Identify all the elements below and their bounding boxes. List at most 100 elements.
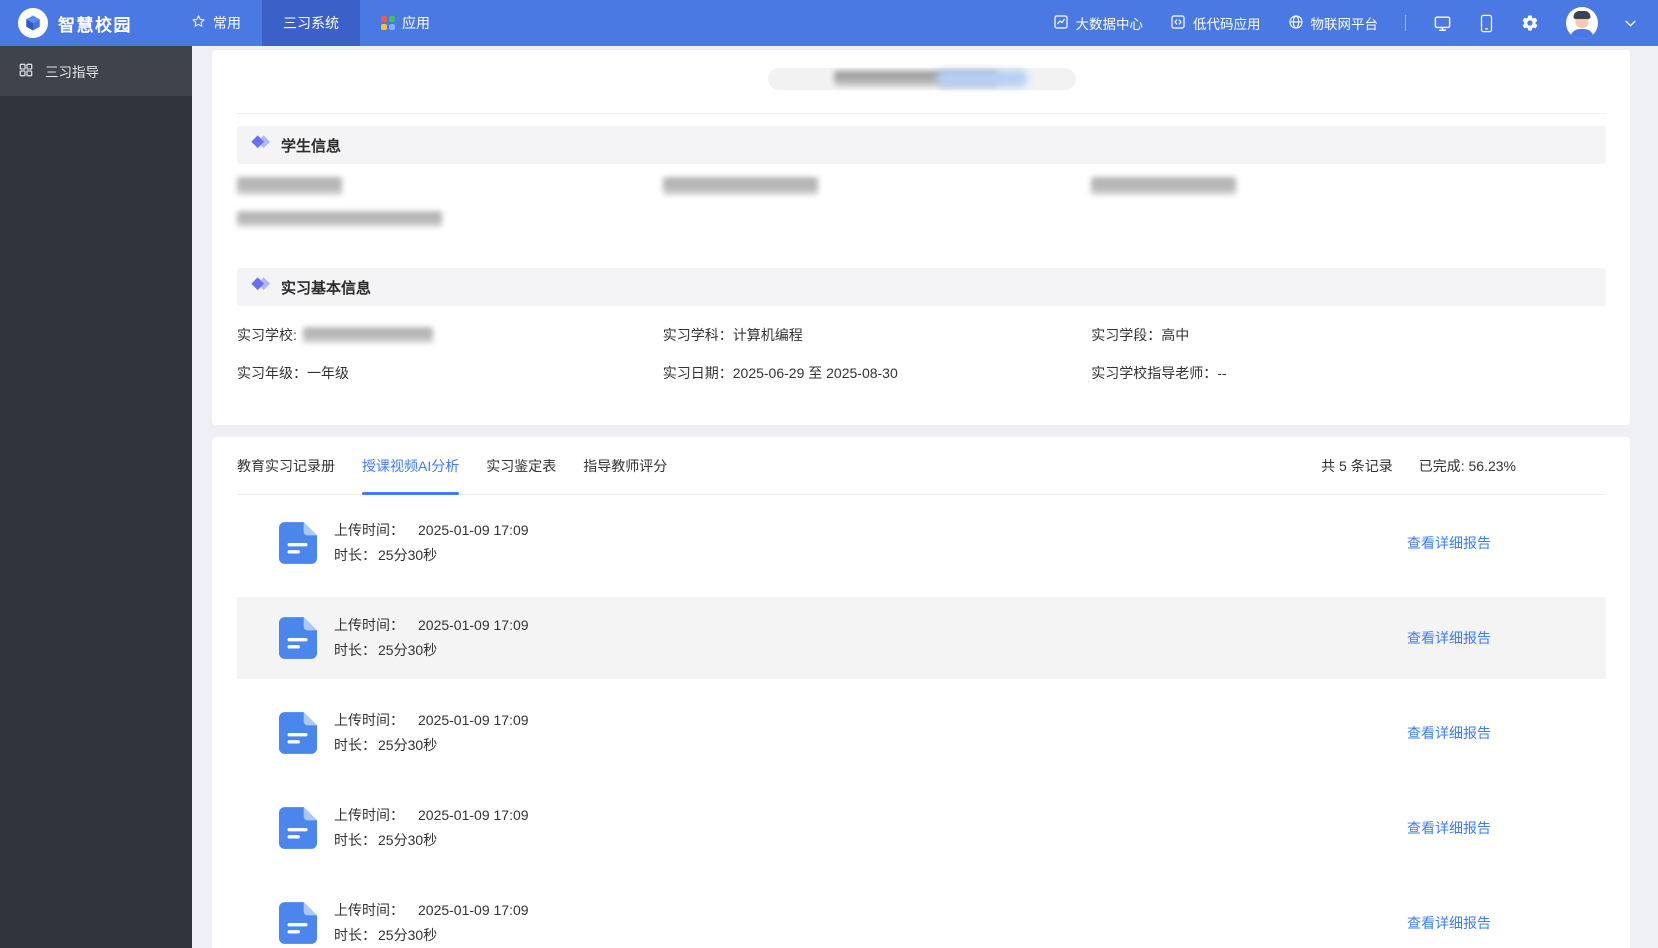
view-report-link[interactable]: 查看详细报告 xyxy=(1407,818,1491,838)
record-row: 上传时间： 2025-01-09 17:09 时长： 25分30秒 查看详细报告 xyxy=(237,590,1606,685)
nav-item-low-code[interactable]: 低代码应用 xyxy=(1170,13,1261,33)
tab-label: 授课视频AI分析 xyxy=(362,457,460,474)
redacted-page-title xyxy=(767,68,1076,90)
brand-name: 智慧校园 xyxy=(58,15,132,35)
field-label: 实习学校: xyxy=(237,327,297,343)
document-icon xyxy=(279,806,317,849)
apps-grid-icon xyxy=(381,16,395,30)
grid-icon xyxy=(18,62,34,81)
record-row: 上传时间： 2025-01-09 17:09 时长： 25分30秒 查看详细报告 xyxy=(237,495,1606,590)
diamond-icon xyxy=(250,134,272,157)
duration-value: 25分30秒 xyxy=(378,546,438,563)
record-meta: 上传时间： 2025-01-09 17:09 时长： 25分30秒 xyxy=(334,708,529,758)
completed-percentage-text: 已完成: 56.23% xyxy=(1418,457,1516,474)
record-stats: 共 5 条记录 已完成: 56.23% xyxy=(1321,456,1606,476)
upload-time-value: 2025-01-09 17:09 xyxy=(418,616,529,633)
monitor-icon[interactable] xyxy=(1433,14,1452,33)
upload-time-value: 2025-01-09 17:09 xyxy=(418,806,529,823)
upload-time-label: 上传时间： xyxy=(334,521,404,538)
field-label: 实习学校指导老师： xyxy=(1091,365,1218,381)
field-value: 2025-06-29 至 2025-08-30 xyxy=(732,365,898,381)
app-logo-icon xyxy=(18,8,48,38)
info-field: 实习学段： 高中 xyxy=(1091,325,1606,345)
info-field: 实习学校指导老师： -- xyxy=(1091,363,1606,383)
sidebar: 三习指导 xyxy=(0,46,192,948)
duration-label: 时长： xyxy=(334,641,376,658)
records-card: 教育实习记录册 授课视频AI分析 实习鉴定表 指导教师评分 共 5 条记录 已完… xyxy=(212,437,1630,948)
upload-time-label: 上传时间： xyxy=(334,616,404,633)
redacted-value xyxy=(302,328,433,342)
user-avatar[interactable] xyxy=(1566,7,1598,39)
field-label: 实习学科： xyxy=(662,327,733,343)
record-list: 上传时间：2025-01-09 17:09 时长：25分30秒 查看详细报告 xyxy=(237,495,1606,948)
field-value: 计算机编程 xyxy=(732,327,803,343)
topbar-nav: 常用 三习系统 应用 xyxy=(170,0,451,46)
view-report-link[interactable]: 查看详细报告 xyxy=(1407,628,1491,648)
section-header-student-info: 学生信息 xyxy=(237,126,1606,164)
tabs-bar: 教育实习记录册 授课视频AI分析 实习鉴定表 指导教师评分 共 5 条记录 已完… xyxy=(237,437,1606,495)
settings-gear-icon[interactable] xyxy=(1521,14,1539,32)
nav-item-iot-platform[interactable]: 物联网平台 xyxy=(1288,13,1378,33)
section-title: 实习基本信息 xyxy=(281,279,372,297)
nav-item-sanxi-system[interactable]: 三习系统 xyxy=(262,0,360,46)
tab-label: 教育实习记录册 xyxy=(237,457,335,474)
main-content: 指导任务列表 / 计算机学院实习任务 / 王新亭 / xyxy=(192,0,1658,948)
tab[interactable]: 实习鉴定表 xyxy=(486,437,556,494)
tab-label: 指导教师评分 xyxy=(583,457,668,474)
sidebar-item-label: 三习指导 xyxy=(45,65,99,80)
record-meta: 上传时间： 2025-01-09 17:09 时长： 25分30秒 xyxy=(334,613,529,663)
upload-time-value: 2025-01-09 17:09 xyxy=(418,711,529,728)
tab[interactable]: 授课视频AI分析 xyxy=(362,437,460,495)
document-icon xyxy=(279,711,317,754)
duration-value: 25分30秒 xyxy=(378,926,438,943)
topbar: 智慧校园 常用 三习系统 应用 大数据中心 低代码应用 物联网平台 xyxy=(0,0,1658,46)
tab[interactable]: 教育实习记录册 xyxy=(237,437,335,494)
view-report-link[interactable]: 查看详细报告 xyxy=(1407,723,1491,743)
duration-label: 时长： xyxy=(334,546,376,563)
section-header-practice-info: 实习基本信息 xyxy=(237,268,1606,306)
divider-line xyxy=(237,113,1606,114)
tabs: 教育实习记录册 授课视频AI分析 实习鉴定表 指导教师评分 xyxy=(237,437,694,495)
student-info-row xyxy=(237,178,1606,194)
duration-value: 25分30秒 xyxy=(378,831,438,848)
practice-info-fields: 实习学校: 实习学科： 计算机编程 实习学段： 高中 实习年级： 一年级 实习日… xyxy=(237,325,1606,383)
chart-icon xyxy=(1053,14,1069,33)
record-meta: 上传时间： 2025-01-09 17:09 时长： 25分30秒 xyxy=(334,518,529,568)
redacted-field xyxy=(237,178,342,194)
info-field: 实习学校: xyxy=(237,325,663,345)
duration-label: 时长： xyxy=(334,926,376,943)
chevron-down-icon[interactable] xyxy=(1625,20,1636,27)
document-icon xyxy=(279,521,317,564)
redacted-field xyxy=(662,178,818,194)
mobile-icon[interactable] xyxy=(1479,14,1494,33)
section-title: 学生信息 xyxy=(281,137,342,155)
record-row: 上传时间： 2025-01-09 17:09 时长： 25分30秒 查看详细报告 xyxy=(237,780,1606,875)
redacted-field xyxy=(237,212,442,226)
brand: 智慧校园 xyxy=(0,8,154,38)
view-report-link[interactable]: 查看详细报告 xyxy=(1407,533,1491,553)
sidebar-item-sanxi-guidance[interactable]: 三习指导 xyxy=(0,46,192,96)
view-report-link[interactable]: 查看详细报告 xyxy=(1407,913,1491,933)
info-field: 实习年级： 一年级 xyxy=(237,363,663,383)
tab[interactable]: 指导教师评分 xyxy=(583,437,667,494)
nav-item-apps[interactable]: 应用 xyxy=(360,0,451,46)
duration-value: 25分30秒 xyxy=(378,736,438,753)
record-row: 上传时间： 2025-01-09 17:09 时长： 25分30秒 查看详细报告 xyxy=(237,875,1606,948)
diamond-icon xyxy=(250,276,272,299)
info-field: 实习学科： 计算机编程 xyxy=(663,325,1091,345)
total-records-text: 共 5 条记录 xyxy=(1321,457,1393,474)
record-meta: 上传时间： 2025-01-09 17:09 时长： 25分30秒 xyxy=(334,803,529,853)
record-meta: 上传时间： 2025-01-09 17:09 时长： 25分30秒 xyxy=(334,898,529,948)
nav-item-common[interactable]: 常用 xyxy=(170,0,262,46)
record-row: 上传时间： 2025-01-09 17:09 时长： 25分30秒 查看详细报告 xyxy=(237,685,1606,780)
field-value: 一年级 xyxy=(307,365,349,381)
upload-time-value: 2025-01-09 17:09 xyxy=(418,901,529,918)
info-field: 实习日期： 2025-06-29 至 2025-08-30 xyxy=(663,363,1091,383)
field-value: 高中 xyxy=(1161,327,1190,343)
divider xyxy=(1405,15,1406,31)
nav-item-big-data-center[interactable]: 大数据中心 xyxy=(1053,13,1143,33)
low-code-icon xyxy=(1170,14,1186,33)
duration-label: 时长： xyxy=(334,736,376,753)
star-icon xyxy=(191,14,206,32)
field-label: 实习年级： xyxy=(237,365,307,381)
